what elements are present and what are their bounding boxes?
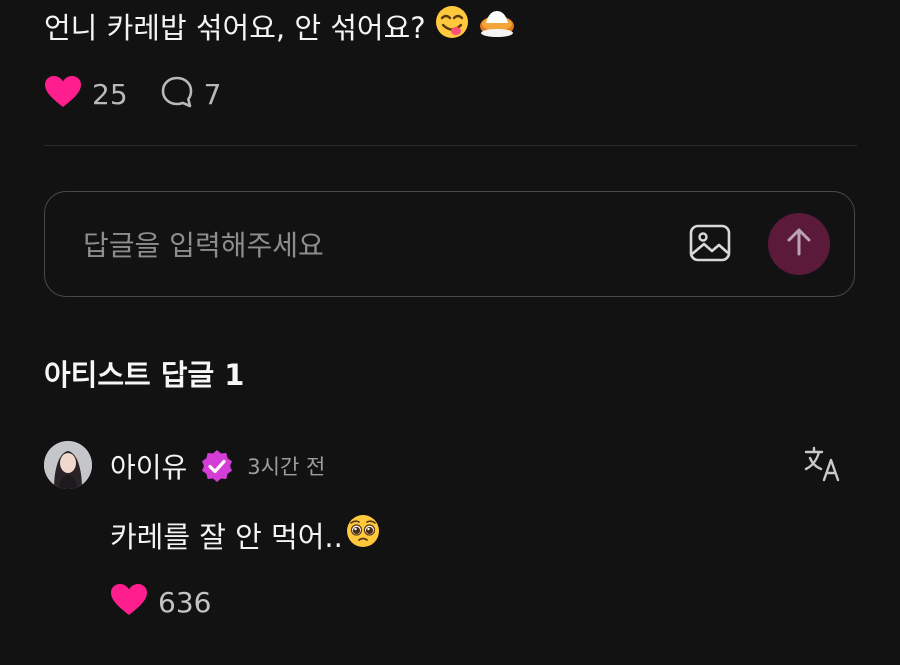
translate-icon[interactable] [804,446,842,486]
post-stats: 25 7 [44,74,221,114]
like-button[interactable]: 25 [44,75,128,113]
like-count: 25 [92,77,128,111]
reply-header: 아이유 3시간 전 [110,446,325,486]
comment-icon [160,75,194,113]
send-button[interactable] [768,213,830,275]
reply-like-button[interactable]: 636 [110,582,211,622]
post-detail-page: 언니 카레밥 섞어요, 안 섞어요? 25 7 답글을 입력해주세요 아티스트 … [0,0,900,665]
post-text-content: 언니 카레밥 섞어요, 안 섞어요? [44,10,426,45]
reply-input[interactable] [81,192,665,298]
image-icon[interactable] [689,224,731,266]
reply-text: 카레를 잘 안 먹어.. [110,513,381,556]
reply-text-content: 카레를 잘 안 먹어.. [110,519,343,554]
heart-icon [44,75,82,113]
reply-time: 3시간 전 [247,455,326,479]
heart-icon [110,583,148,621]
comment-button[interactable]: 7 [160,75,222,113]
yum-face-emoji [434,4,470,51]
artist-name[interactable]: 아이유 [110,446,187,486]
arrow-up-icon [786,228,812,260]
divider [44,145,857,146]
curry-rice-emoji [478,4,516,51]
reply-like-count: 636 [158,585,212,619]
avatar[interactable] [44,441,92,489]
pleading-face-emoji [345,513,381,556]
post-text: 언니 카레밥 섞어요, 안 섞어요? [44,4,516,51]
artist-replies-title: 아티스트 답글 1 [44,358,245,392]
reply-input-box [44,191,855,298]
comment-count: 7 [203,77,222,111]
verified-badge-icon [199,448,235,484]
